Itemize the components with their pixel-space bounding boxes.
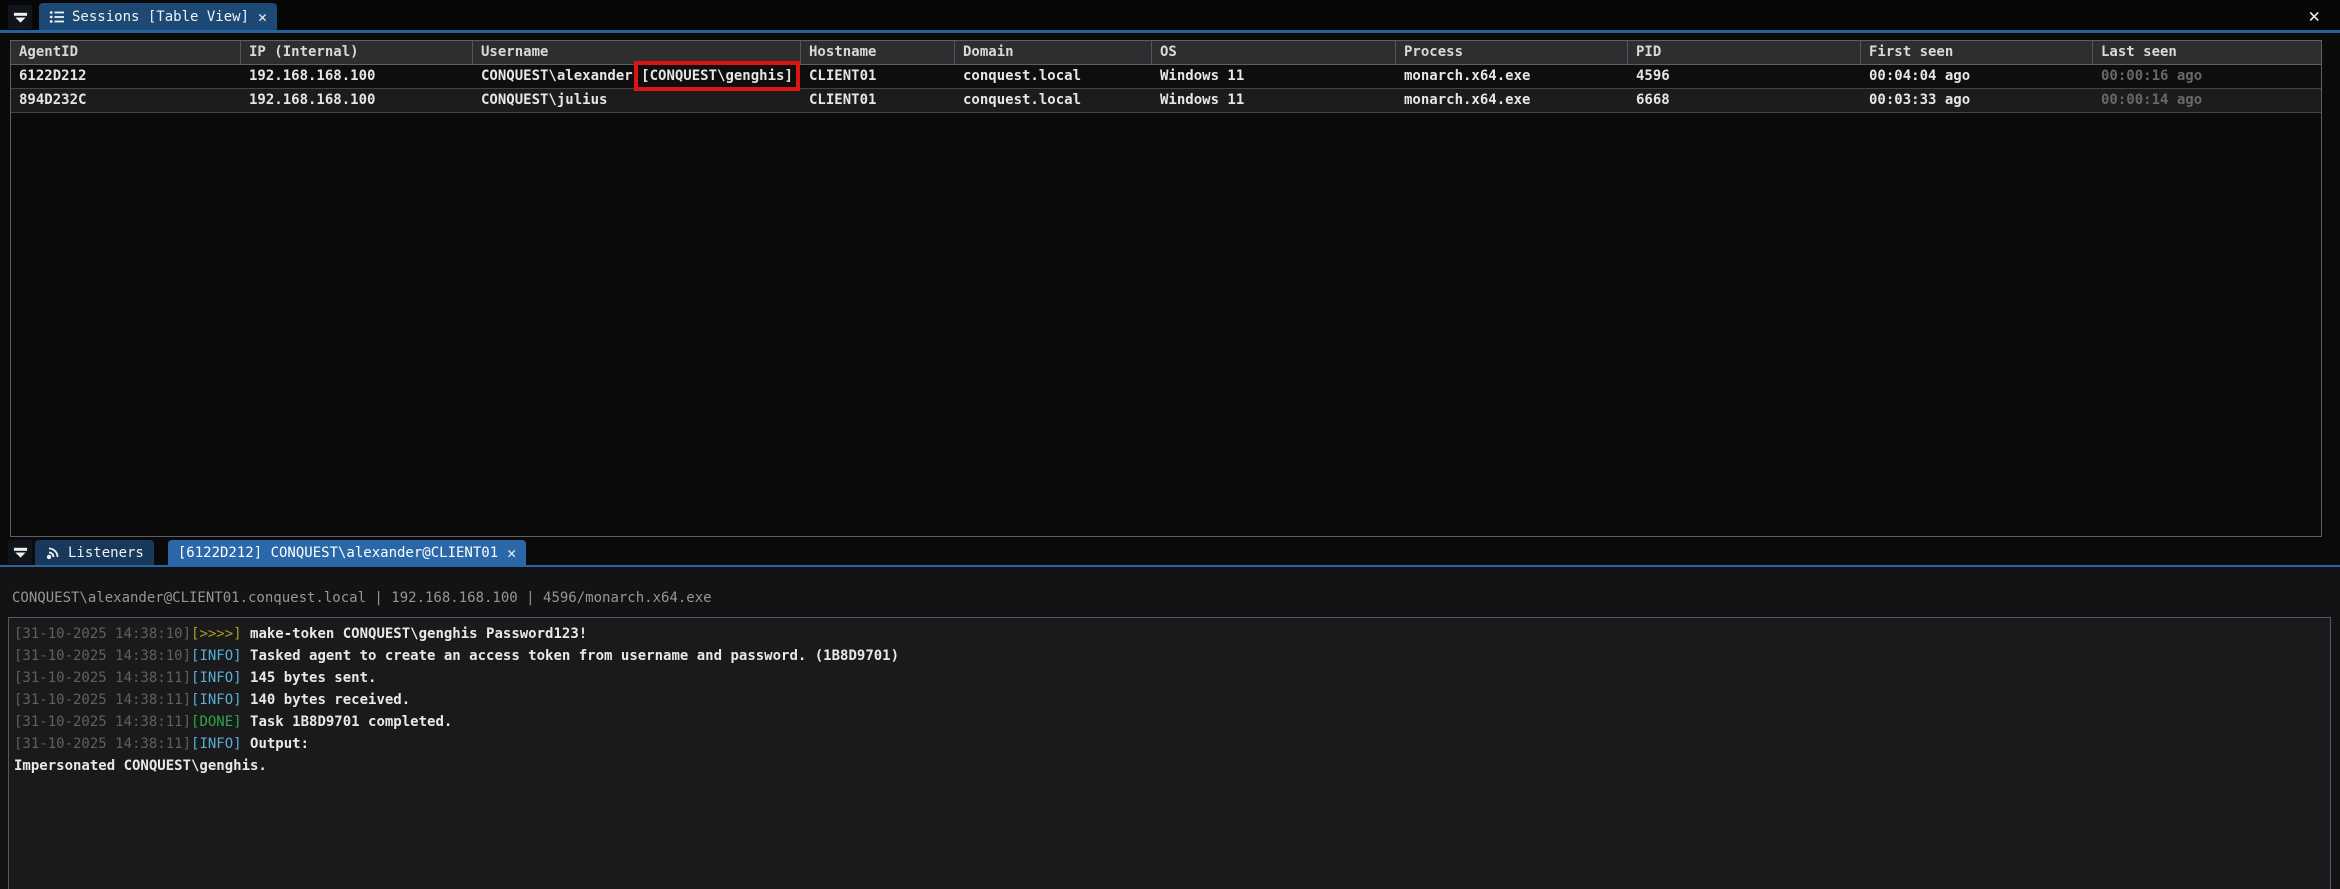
timestamp: [31-10-2025 14:38:10] [14,626,191,642]
column-header-ip-internal[interactable]: IP (Internal) [241,41,473,64]
console-line: [31-10-2025 14:38:11][DONE] Task 1B8D970… [14,711,2330,733]
sessions-table: AgentIDIP (Internal)UsernameHostnameDoma… [10,40,2322,537]
cell-os: Windows 11 [1152,89,1396,112]
log-tag-info: [INFO] [191,736,242,752]
column-header-domain[interactable]: Domain [955,41,1152,64]
tab-listeners[interactable]: Listeners [35,540,154,565]
username-value: CONQUEST\julius [481,92,607,108]
timestamp: [31-10-2025 14:38:11] [14,692,191,708]
table-body: 6122D212192.168.168.100CONQUEST\alexande… [11,65,2321,113]
cell-process: monarch.x64.exe [1396,65,1628,88]
cell-domain: conquest.local [955,65,1152,88]
impersonated-token-highlight: [CONQUEST\genghis] [641,68,793,84]
log-message: 145 bytes sent. [242,670,377,686]
tab-label: Listeners [68,545,144,561]
column-header-agentid[interactable]: AgentID [11,41,241,64]
timestamp: [31-10-2025 14:38:11] [14,670,191,686]
cell-ip-internal: 192.168.168.100 [241,65,473,88]
column-header-process[interactable]: Process [1396,41,1628,64]
log-tag-info: [INFO] [191,692,242,708]
tab-agent-session[interactable]: [6122D212] CONQUEST\alexander@CLIENT01 ✕ [168,540,526,565]
cell-last-seen: 00:00:16 ago [2093,65,2321,88]
list-icon [49,9,65,25]
console-line: [31-10-2025 14:38:11][INFO] 140 bytes re… [14,689,2330,711]
tab-sessions-table-view[interactable]: Sessions [Table View] ✕ [39,3,277,30]
close-icon[interactable]: ✕ [505,544,516,562]
session-row-6122D212[interactable]: 6122D212192.168.168.100CONQUEST\alexande… [11,65,2321,89]
console-line: [31-10-2025 14:38:10][>>>>] make-token C… [14,623,2330,645]
cell-ip-internal: 192.168.168.100 [241,89,473,112]
console-output[interactable]: [31-10-2025 14:38:10][>>>>] make-token C… [8,617,2331,889]
log-message: 140 bytes received. [242,692,411,708]
column-header-os[interactable]: OS [1152,41,1396,64]
session-row-894D232C[interactable]: 894D232C192.168.168.100 CONQUEST\julius CL… [11,89,2321,113]
havoc-client-window: { "icons": { "close": "✕" }, "top_tabbar… [0,0,2340,889]
cell-agent-id: 894D232C [11,89,241,112]
bottom-tabbar: Listeners [6122D212] CONQUEST\alexander@… [0,540,2340,567]
filter-button-bottom[interactable] [8,540,32,564]
log-tag-info: [INFO] [191,670,242,686]
tab-label: [6122D212] CONQUEST\alexander@CLIENT01 [178,545,498,561]
console-line: [31-10-2025 14:38:11][INFO] 145 bytes se… [14,667,2330,689]
log-message: Tasked agent to create an access token f… [242,648,899,664]
cell-os: Windows 11 [1152,65,1396,88]
column-header-username[interactable]: Username [473,41,801,64]
cell-agent-id: 6122D212 [11,65,241,88]
column-header-hostname[interactable]: Hostname [801,41,955,64]
session-info-line: CONQUEST\alexander@CLIENT01.conquest.loc… [12,590,712,606]
log-message: Impersonated CONQUEST\genghis. [14,758,267,774]
timestamp: [31-10-2025 14:38:11] [14,736,191,752]
cell-pid: 4596 [1628,65,1861,88]
cell-hostname: CLIENT01 [801,89,955,112]
cell-pid: 6668 [1628,89,1861,112]
agent-console: CONQUEST\alexander@CLIENT01.conquest.loc… [0,567,2340,889]
cell-first-seen: 00:03:33 ago [1861,89,2093,112]
cell-hostname: CLIENT01 [801,65,955,88]
console-line: [31-10-2025 14:38:10][INFO] Tasked agent… [14,645,2330,667]
timestamp: [31-10-2025 14:38:11] [14,714,191,730]
cell-last-seen: 00:00:14 ago [2093,89,2321,112]
cell-process: monarch.x64.exe [1396,89,1628,112]
log-tag-cmd: [>>>>] [191,626,242,642]
log-tag-done: [DONE] [191,714,242,730]
column-header-first-seen[interactable]: First seen [1861,41,2093,64]
top-tabbar: Sessions [Table View] ✕ [0,0,2340,33]
log-tag-info: [INFO] [191,648,242,664]
cell-first-seen: 00:04:04 ago [1861,65,2093,88]
filter-icon [13,545,28,560]
broadcast-icon [45,545,61,561]
close-icon[interactable]: ✕ [256,8,267,26]
cell-domain: conquest.local [955,89,1152,112]
log-message: make-token CONQUEST\genghis Password123! [242,626,588,642]
log-message: Task 1B8D9701 completed. [242,714,453,730]
filter-button[interactable] [8,5,32,29]
console-line: [31-10-2025 14:38:11][INFO] Output: [14,733,2330,755]
username-value: CONQUEST\alexander [481,68,633,84]
filter-icon [13,10,28,25]
tab-label: Sessions [Table View] [72,9,249,25]
cell-username: CONQUEST\alexander [CONQUEST\genghis] [473,65,801,88]
timestamp: [31-10-2025 14:38:10] [14,648,191,664]
console-line: Impersonated CONQUEST\genghis. [14,755,2330,777]
table-header-row: AgentIDIP (Internal)UsernameHostnameDoma… [11,41,2321,65]
panel-close-icon[interactable]: ✕ [2309,5,2320,27]
column-header-last-seen[interactable]: Last seen [2093,41,2321,64]
log-message: Output: [242,736,309,752]
column-header-pid[interactable]: PID [1628,41,1861,64]
cell-username: CONQUEST\julius [473,89,801,112]
